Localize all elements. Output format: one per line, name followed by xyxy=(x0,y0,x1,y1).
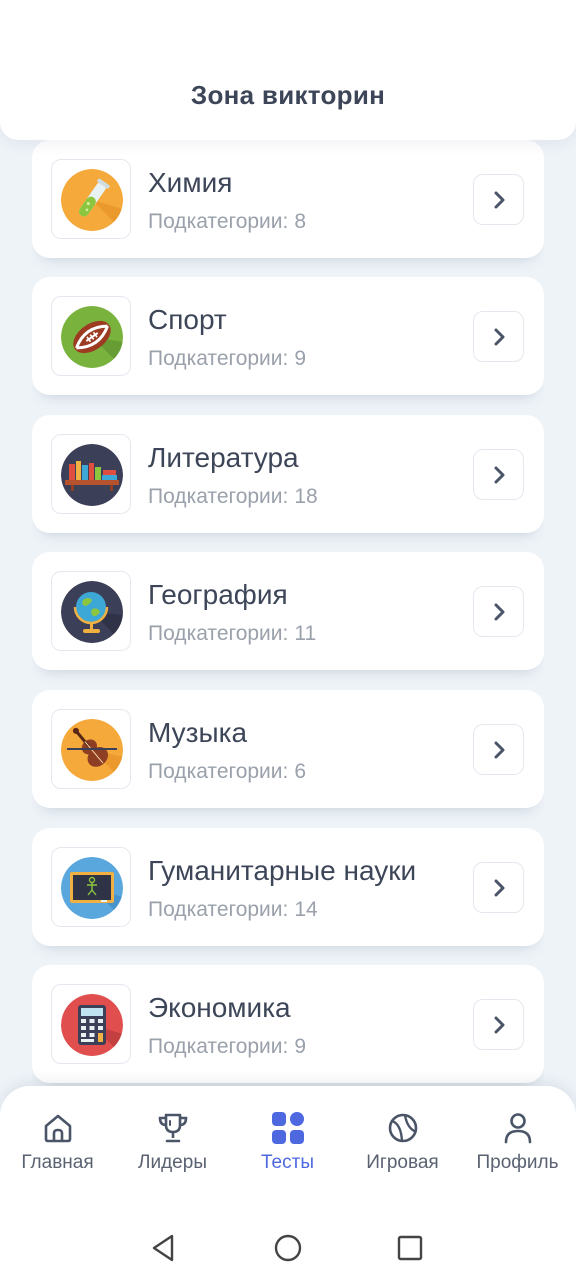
chemistry-flask-icon xyxy=(61,169,123,231)
category-card-literature[interactable]: Литература Подкатегории: 18 xyxy=(32,415,544,533)
back-triangle-icon[interactable] xyxy=(148,1232,180,1264)
chevron-right-icon xyxy=(494,879,504,896)
nav-item-leaders[interactable]: Лидеры xyxy=(115,1110,230,1174)
nav-label: Главная xyxy=(21,1152,94,1173)
violin-icon xyxy=(61,719,123,781)
category-icon-frame xyxy=(51,709,131,789)
category-card-humanities[interactable]: Гуманитарные науки Подкатегории: 14 xyxy=(32,828,544,946)
system-navigation-bar xyxy=(0,1216,576,1280)
open-category-button[interactable] xyxy=(473,999,524,1050)
category-card-music[interactable]: Музыка Подкатегории: 6 xyxy=(32,690,544,808)
category-icon-frame xyxy=(51,159,131,239)
home-circle-icon[interactable] xyxy=(272,1232,304,1264)
open-category-button[interactable] xyxy=(473,724,524,775)
category-title: География xyxy=(148,579,288,610)
category-subtitle: Подкатегории: 11 xyxy=(148,622,316,646)
chevron-right-icon xyxy=(494,741,504,758)
open-category-button[interactable] xyxy=(473,862,524,913)
recents-square-icon[interactable] xyxy=(394,1232,426,1264)
chevron-right-icon xyxy=(494,328,504,345)
chevron-right-icon xyxy=(494,603,504,620)
nav-label: Игровая xyxy=(366,1152,439,1173)
subcategory-label: Подкатегории: xyxy=(148,760,289,783)
category-icon-frame xyxy=(51,847,131,927)
category-card-chemistry[interactable]: Химия Подкатегории: 8 xyxy=(32,140,544,258)
nav-item-tests[interactable]: Тесты xyxy=(230,1110,345,1174)
open-category-button[interactable] xyxy=(473,174,524,225)
app-header: Зона викторин xyxy=(0,0,576,140)
category-icon-frame xyxy=(51,984,131,1064)
bookshelf-icon xyxy=(61,444,123,506)
category-list[interactable]: Химия Подкатегории: 8 Спорт Подкатегории… xyxy=(32,126,544,1086)
chevron-right-icon xyxy=(494,191,504,208)
nav-item-profile[interactable]: Профиль xyxy=(460,1110,575,1174)
category-subtitle: Подкатегории: 9 xyxy=(148,347,306,371)
category-subtitle: Подкатегории: 8 xyxy=(148,210,306,234)
subcategory-count: 18 xyxy=(294,485,318,508)
category-title: Экономика xyxy=(148,992,291,1023)
user-icon xyxy=(504,1113,531,1144)
home-icon xyxy=(44,1114,71,1143)
nav-label: Лидеры xyxy=(138,1152,207,1173)
chevron-right-icon xyxy=(494,1016,504,1033)
category-card-geography[interactable]: География Подкатегории: 11 xyxy=(32,552,544,670)
category-title: Гуманитарные науки xyxy=(148,855,417,886)
category-title: Спорт xyxy=(148,304,227,335)
category-subtitle: Подкатегории: 18 xyxy=(148,485,318,509)
subcategory-count: 6 xyxy=(294,760,307,783)
subcategory-count: 9 xyxy=(294,1035,307,1058)
subcategory-label: Подкатегории: xyxy=(148,347,289,370)
chalkboard-icon xyxy=(61,857,123,919)
category-icon-frame xyxy=(51,571,131,651)
open-category-button[interactable] xyxy=(473,586,524,637)
category-card-economics[interactable]: Экономика Подкатегории: 9 xyxy=(32,965,544,1083)
open-category-button[interactable] xyxy=(473,449,524,500)
nav-item-game[interactable]: Игровая xyxy=(345,1110,460,1174)
calculator-icon xyxy=(61,994,123,1056)
grid-icon xyxy=(271,1112,304,1144)
subcategory-count: 11 xyxy=(294,622,317,645)
subcategory-label: Подкатегории: xyxy=(148,485,289,508)
nav-label: Профиль xyxy=(476,1152,559,1173)
category-subtitle: Подкатегории: 6 xyxy=(148,760,306,784)
subcategory-label: Подкатегории: xyxy=(148,622,289,645)
category-subtitle: Подкатегории: 9 xyxy=(148,1035,306,1059)
category-title: Музыка xyxy=(148,717,248,748)
subcategory-count: 14 xyxy=(294,898,318,921)
globe-icon xyxy=(61,581,123,643)
ball-icon xyxy=(388,1113,417,1143)
category-title: Литература xyxy=(148,442,299,473)
open-category-button[interactable] xyxy=(473,311,524,362)
nav-label: Тесты xyxy=(261,1152,314,1173)
trophy-icon xyxy=(158,1113,187,1143)
subcategory-label: Подкатегории: xyxy=(148,210,289,233)
category-icon-frame xyxy=(51,434,131,514)
page-title: Зона викторин xyxy=(190,80,386,110)
category-card-sport[interactable]: Спорт Подкатегории: 9 xyxy=(32,277,544,395)
football-icon xyxy=(61,306,123,368)
subcategory-count: 9 xyxy=(294,347,307,370)
category-icon-frame xyxy=(51,296,131,376)
category-subtitle: Подкатегории: 14 xyxy=(148,898,318,922)
chevron-right-icon xyxy=(494,466,504,483)
category-title: Химия xyxy=(148,167,233,198)
subcategory-label: Подкатегории: xyxy=(148,898,289,921)
subcategory-count: 8 xyxy=(294,210,307,233)
nav-item-home[interactable]: Главная xyxy=(0,1110,115,1174)
subcategory-label: Подкатегории: xyxy=(148,1035,289,1058)
